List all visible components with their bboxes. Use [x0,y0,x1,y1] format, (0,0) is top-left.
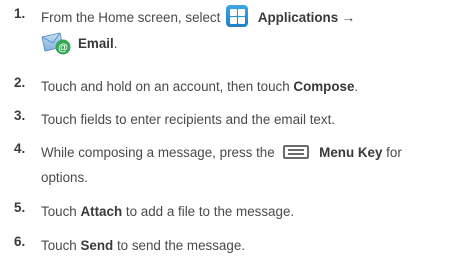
step-1-line-1: From the Home screen, select Application… [41,5,466,29]
step-number: 5. [14,200,26,215]
applications-label: Applications [257,10,339,25]
applications-icon [226,5,249,28]
step-text: From the Home screen, select Application… [41,5,466,57]
step-1-line-2: @ Email. [41,32,466,56]
step-text: Touch fields to enter recipients and the… [41,112,336,127]
step-number: 2. [14,75,26,90]
step-text: While composing a message, press the Men… [41,145,402,185]
step-number: 4. [14,141,26,156]
step-number: 1. [14,6,26,21]
attach-label: Attach [80,204,123,219]
email-label: Email [78,36,114,52]
menu-key-icon [283,145,310,160]
step-text: Touch Send to send the message. [41,238,245,253]
menu-key-label: Menu Key [319,145,383,160]
arrow: → [341,10,356,25]
step-number: 3. [14,108,26,123]
send-label: Send [80,238,114,253]
step-number: 6. [14,234,26,249]
step-text: Touch and hold on an account, then touch… [41,79,359,94]
svg-text:@: @ [58,42,68,53]
compose-label: Compose [293,79,355,94]
step-text: Touch Attach to add a file to the messag… [41,204,295,219]
email-icon: @ [41,32,71,55]
instruction-steps: 1. From the Home screen, select Applicat… [0,0,471,266]
